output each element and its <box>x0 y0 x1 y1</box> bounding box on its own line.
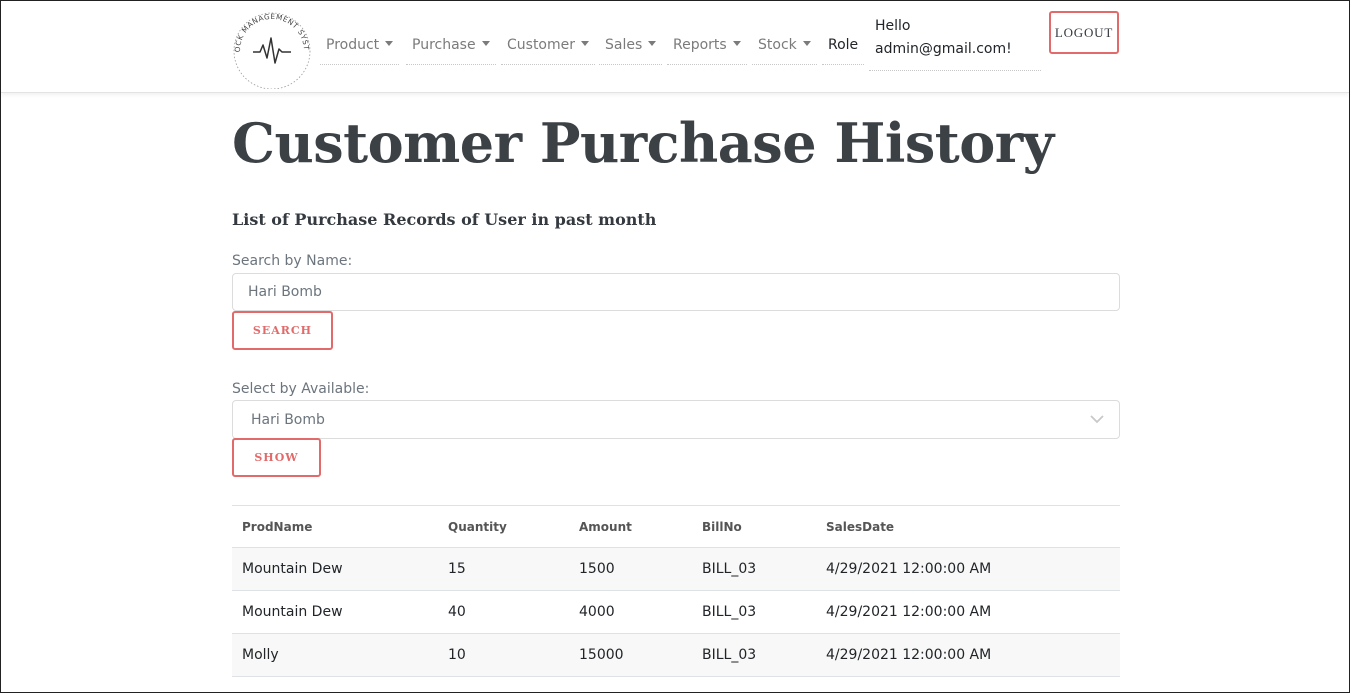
cell-prodname: Mountain Dew <box>242 561 343 577</box>
cell-quantity: 40 <box>448 604 466 620</box>
caret-down-icon <box>648 41 657 46</box>
nav-reports-label: Reports <box>673 37 727 53</box>
cell-salesdate: 4/29/2021 12:00:00 AM <box>826 561 992 577</box>
column-header: Quantity <box>448 519 507 534</box>
cell-salesdate: 4/29/2021 12:00:00 AM <box>826 604 992 620</box>
cell-billno: BILL_03 <box>702 647 757 663</box>
show-button[interactable]: SHOW <box>232 438 321 477</box>
caret-down-icon <box>581 41 590 46</box>
nav-customer-label: Customer <box>507 37 576 53</box>
column-header: ProdName <box>242 519 313 534</box>
cell-billno: BILL_03 <box>702 604 757 620</box>
caret-down-icon <box>385 41 394 46</box>
select-label: Select by Available: <box>232 381 370 397</box>
nav-purchase-label: Purchase <box>412 37 476 53</box>
column-header: BillNo <box>702 519 742 534</box>
column-header: Amount <box>579 519 632 534</box>
nav-customer[interactable]: Customer <box>501 29 596 65</box>
cell-salesdate: 4/29/2021 12:00:00 AM <box>826 647 992 663</box>
cell-amount: 15000 <box>579 647 624 663</box>
nav-stock-label: Stock <box>758 37 797 53</box>
user-greeting: Hello admin@gmail.com! <box>869 15 1041 71</box>
nav-product-label: Product <box>326 37 380 53</box>
caret-down-icon <box>481 41 490 46</box>
cell-quantity: 10 <box>448 647 466 663</box>
column-header: SalesDate <box>826 519 895 534</box>
search-label: Search by Name: <box>232 253 353 269</box>
page-subtitle: List of Purchase Records of User in past… <box>232 210 657 229</box>
pulse-icon <box>253 37 291 64</box>
page-title: Customer Purchase History <box>232 111 1054 175</box>
cell-prodname: Molly <box>242 647 279 663</box>
cell-amount: 4000 <box>579 604 615 620</box>
top-navbar: STOCK MANAGEMENT SYSTEM Product Purchase… <box>1 1 1349 93</box>
nav-stock[interactable]: Stock <box>752 29 817 65</box>
logo[interactable]: STOCK MANAGEMENT SYSTEM <box>229 5 315 89</box>
nav-role-label: Role <box>828 37 859 53</box>
nav-sales[interactable]: Sales <box>599 29 663 65</box>
table-row: Mountain Dew 40 4000 BILL_03 4/29/2021 1… <box>232 591 1120 634</box>
table-row: Mountain Dew 15 1500 BILL_03 4/29/2021 1… <box>232 548 1120 591</box>
chevron-down-icon <box>1090 415 1104 424</box>
logout-button[interactable]: LOGOUT <box>1049 11 1119 54</box>
caret-down-icon <box>802 41 811 46</box>
nav-purchase[interactable]: Purchase <box>406 29 496 65</box>
cell-prodname: Mountain Dew <box>242 604 343 620</box>
user-email: admin@gmail.com! <box>875 41 1012 57</box>
nav-reports[interactable]: Reports <box>667 29 747 65</box>
table-row: Molly 10 15000 BILL_03 4/29/2021 12:00:0… <box>232 634 1120 677</box>
search-input[interactable] <box>232 273 1120 311</box>
search-button[interactable]: SEARCH <box>232 311 333 350</box>
purchase-history-table: ProdName Quantity Amount BillNo SalesDat… <box>232 505 1120 677</box>
cell-billno: BILL_03 <box>702 561 757 577</box>
cell-quantity: 15 <box>448 561 466 577</box>
nav-product[interactable]: Product <box>320 29 400 65</box>
nav-sales-label: Sales <box>605 37 643 53</box>
available-select[interactable]: Hari Bomb <box>232 400 1120 439</box>
nav-role[interactable]: Role <box>822 29 865 65</box>
greeting-text: Hello <box>875 18 911 34</box>
cell-amount: 1500 <box>579 561 615 577</box>
caret-down-icon <box>732 41 741 46</box>
select-value: Hari Bomb <box>251 411 325 428</box>
table-header: ProdName Quantity Amount BillNo SalesDat… <box>232 506 1120 548</box>
